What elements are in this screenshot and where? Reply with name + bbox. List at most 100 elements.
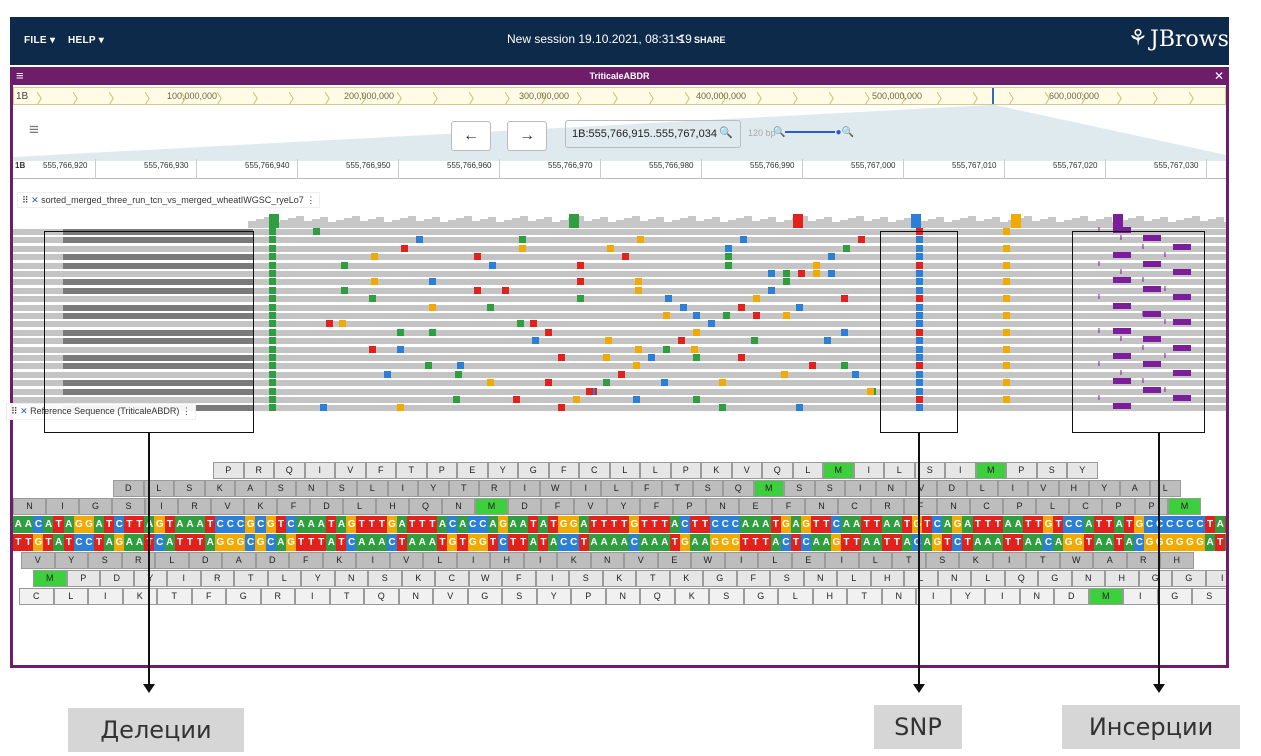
close-track-icon[interactable]: ✕ bbox=[31, 195, 41, 205]
track-options-icon[interactable]: ⋮ bbox=[306, 195, 315, 205]
snp-mismatch bbox=[269, 295, 276, 303]
nucleotide-cell: T bbox=[962, 534, 973, 551]
nucleotide-cell: G bbox=[800, 516, 812, 533]
mismatch bbox=[809, 362, 816, 370]
alignment-track-label[interactable]: ⠿ ✕ sorted_merged_three_run_tcn_vs_merge… bbox=[17, 192, 321, 208]
nucleotide-cell: A bbox=[821, 534, 832, 551]
deletions-arrow bbox=[148, 433, 150, 685]
amino-acid-cell: I bbox=[724, 552, 758, 569]
track-menu-icon[interactable]: ≡ bbox=[29, 120, 39, 140]
nucleotide-cell: T bbox=[194, 534, 206, 551]
ruler-gridline bbox=[499, 159, 500, 179]
zoom-slider[interactable]: 🔍 ●🔍 bbox=[773, 127, 854, 138]
nucleotide-cell: C bbox=[1184, 516, 1196, 533]
nucleotide-cell: C bbox=[73, 534, 85, 551]
amino-acid-cell: V bbox=[624, 552, 658, 569]
search-icon[interactable]: 🔍 bbox=[719, 126, 733, 139]
nucleotide-cell: A bbox=[63, 516, 75, 533]
amino-acid-cell: I bbox=[845, 480, 876, 497]
nucleotide-cell: G bbox=[679, 534, 691, 551]
amino-acid-cell: D bbox=[936, 480, 967, 497]
snp-mismatch bbox=[269, 379, 276, 387]
mismatch bbox=[586, 387, 593, 395]
nucleotide-cell: C bbox=[558, 534, 569, 551]
amino-acid-cell: E bbox=[457, 462, 488, 479]
amino-acid-cell: G bbox=[226, 588, 261, 605]
nucleotide-cell: T bbox=[356, 516, 367, 533]
mismatch bbox=[1003, 261, 1010, 269]
nucleotide-cell: C bbox=[154, 534, 165, 551]
snp-mismatch bbox=[269, 328, 276, 336]
ruler-tick-label: 555,766,960 bbox=[447, 161, 492, 170]
mismatch bbox=[487, 303, 494, 311]
mismatch bbox=[401, 244, 408, 252]
nucleotide-cell: G bbox=[1194, 534, 1206, 551]
nucleotide-cell: T bbox=[1103, 516, 1115, 533]
amino-acid-cell: N bbox=[875, 480, 906, 497]
mismatch bbox=[725, 244, 732, 252]
drag-handle-icon[interactable]: ⠿ bbox=[11, 406, 18, 416]
amino-acid-cell: G bbox=[1172, 570, 1206, 587]
overview-chevron: 〉 bbox=[1008, 91, 1022, 105]
mismatch bbox=[603, 354, 610, 361]
mismatch bbox=[455, 370, 462, 378]
location-input[interactable]: 1B:555,766,915..555,767,034 bbox=[565, 120, 741, 148]
overview-chevron: 〉 bbox=[648, 91, 662, 105]
file-menu[interactable]: FILE ▾ bbox=[24, 35, 55, 46]
amino-acid-cell: N bbox=[334, 570, 368, 587]
mismatch bbox=[783, 270, 790, 277]
nucleotide-cell: C bbox=[497, 534, 509, 551]
nucleotide-cell: G bbox=[215, 534, 226, 551]
amino-acid-cell: D bbox=[310, 498, 343, 515]
nucleotide-cell: T bbox=[740, 534, 751, 551]
close-view-icon[interactable]: ✕ bbox=[1214, 69, 1224, 83]
mismatch bbox=[1003, 295, 1010, 303]
pan-left-button[interactable]: ← bbox=[451, 121, 491, 151]
snp-highlight-box bbox=[880, 231, 958, 433]
mismatch bbox=[828, 270, 835, 277]
amino-acid-cell: T bbox=[329, 588, 364, 605]
nucleotide-cell: A bbox=[669, 516, 681, 533]
snp-mismatch bbox=[269, 228, 276, 235]
close-track-icon[interactable]: ✕ bbox=[20, 406, 30, 416]
amino-acid-cell: N bbox=[1071, 570, 1105, 587]
nucleotide-cell: A bbox=[881, 516, 893, 533]
mismatch bbox=[751, 337, 758, 345]
snp-mismatch bbox=[269, 370, 276, 378]
nucleotide-cell: A bbox=[356, 534, 367, 551]
mismatch bbox=[605, 337, 612, 345]
insertions-arrow bbox=[1158, 433, 1160, 685]
overview-chevron: 〉 bbox=[576, 91, 590, 105]
nucleotide-cell: C bbox=[1164, 516, 1175, 533]
amino-acid-cell: L bbox=[357, 480, 388, 497]
nucleotide-cell: T bbox=[43, 534, 54, 551]
mismatch bbox=[691, 345, 698, 353]
drag-handle-icon[interactable]: ⠿ bbox=[22, 195, 29, 205]
nucleotide-cell: C bbox=[952, 534, 963, 551]
amino-acid-cell: V bbox=[1028, 480, 1059, 497]
overview-scale[interactable]: 1B 〉〉〉〉〉〉〉〉〉〉〉〉〉〉〉〉〉〉〉〉〉〉〉〉〉〉〉〉〉〉〉〉〉 100… bbox=[13, 87, 1226, 105]
pan-right-button[interactable]: → bbox=[507, 121, 547, 151]
ruler-tick-label: 555,766,930 bbox=[144, 161, 189, 170]
share-icon[interactable]: < bbox=[676, 30, 685, 47]
amino-acid-cell: L bbox=[837, 570, 871, 587]
ruler-tick-label: 555,767,030 bbox=[1154, 161, 1199, 170]
share-button[interactable]: SHARE bbox=[694, 35, 726, 45]
nucleotide-cell: T bbox=[1083, 534, 1095, 551]
nucleotide-cell: C bbox=[447, 516, 458, 533]
nucleotide-cell: A bbox=[810, 534, 822, 551]
help-menu[interactable]: HELP ▾ bbox=[68, 35, 104, 46]
amino-acid-cell: D bbox=[1054, 588, 1089, 605]
amino-acid-cell: V bbox=[433, 588, 468, 605]
amino-acid-cell: T bbox=[1026, 552, 1060, 569]
amino-acid-cell: D bbox=[508, 498, 541, 515]
nucleotide-cell: G bbox=[447, 534, 458, 551]
mismatch bbox=[545, 379, 552, 387]
nucleotide-cell: T bbox=[891, 534, 903, 551]
mismatch bbox=[532, 337, 539, 345]
mismatch bbox=[725, 261, 732, 269]
amino-acid-cell: R bbox=[243, 462, 274, 479]
amino-acid-cell: F bbox=[502, 570, 536, 587]
amino-acid-cell: L bbox=[792, 462, 823, 479]
snp-mismatch bbox=[269, 337, 276, 345]
